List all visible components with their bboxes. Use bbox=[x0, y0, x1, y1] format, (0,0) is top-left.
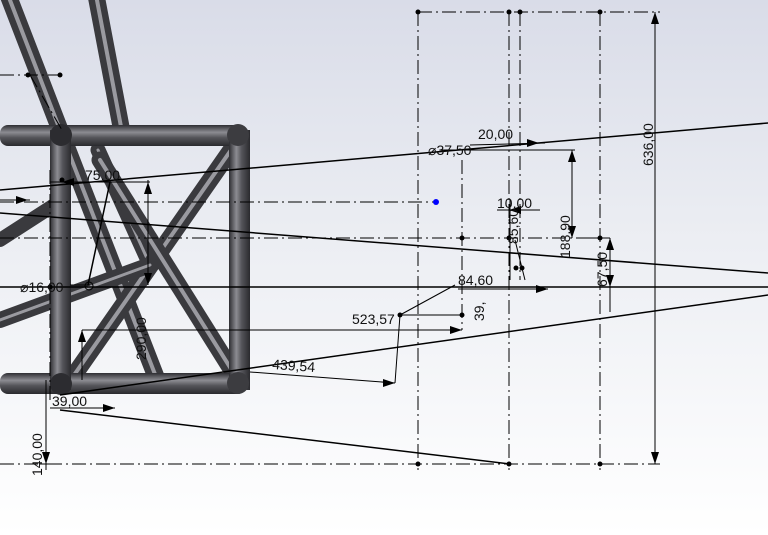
tube-frame-model[interactable] bbox=[0, 0, 250, 395]
sketch-point[interactable] bbox=[415, 9, 421, 15]
dimension-labels: ⌀37,50 20,00 75,00 10,00 188,90 636,00 8… bbox=[20, 123, 656, 476]
cad-sketch-viewport[interactable]: ⌀37,50 20,00 75,00 10,00 188,90 636,00 8… bbox=[0, 0, 768, 535]
dimension-line[interactable] bbox=[394, 314, 401, 384]
dimension-label[interactable]: 75,00 bbox=[85, 167, 120, 183]
sketch-point[interactable] bbox=[506, 461, 512, 467]
arrowhead bbox=[103, 404, 115, 412]
sketch-point[interactable] bbox=[459, 312, 465, 318]
sketch-point[interactable] bbox=[397, 312, 403, 318]
frame-tube-top[interactable] bbox=[0, 125, 246, 146]
sketch-line[interactable] bbox=[59, 409, 511, 465]
dimension-label[interactable]: 39, bbox=[471, 302, 487, 321]
dimension-label[interactable]: 439,54 bbox=[272, 356, 316, 375]
dimension-label[interactable]: 290,00 bbox=[133, 317, 149, 360]
sketch-point[interactable] bbox=[459, 235, 465, 241]
frame-tube bbox=[7, 0, 64, 137]
frame-joint bbox=[227, 372, 249, 394]
sketch-point[interactable] bbox=[519, 265, 525, 271]
sketch-canvas[interactable]: ⌀37,50 20,00 75,00 10,00 188,90 636,00 8… bbox=[0, 0, 768, 535]
dimension-label[interactable]: 20,00 bbox=[478, 126, 513, 142]
dimension-label-diameter[interactable]: ⌀37,50 bbox=[428, 142, 472, 158]
dimension-label[interactable]: 85,60 bbox=[505, 209, 521, 244]
sketch-point[interactable] bbox=[506, 9, 512, 15]
dimension-label[interactable]: 84,60 bbox=[458, 272, 493, 288]
arrowhead bbox=[651, 12, 659, 24]
sketch-point[interactable] bbox=[59, 177, 65, 183]
dimension-label[interactable]: 523,57 bbox=[352, 311, 395, 327]
dimension-label[interactable]: 188,90 bbox=[557, 215, 573, 258]
sketch-point[interactable] bbox=[517, 9, 523, 15]
dimension-label[interactable]: 10,00 bbox=[497, 195, 532, 211]
dimension-line[interactable] bbox=[249, 371, 396, 384]
sketch-point[interactable] bbox=[513, 265, 519, 271]
arrowhead bbox=[527, 139, 539, 147]
sketch-point[interactable] bbox=[25, 72, 31, 78]
dimension-label-diameter[interactable]: ⌀16,00 bbox=[20, 279, 64, 295]
frame-joint bbox=[50, 373, 72, 395]
arrowhead bbox=[651, 452, 659, 464]
frame-tube-bottom[interactable] bbox=[0, 373, 246, 394]
arrowhead bbox=[144, 182, 152, 194]
dimension-label[interactable]: 39,00 bbox=[52, 393, 87, 409]
arrowhead bbox=[16, 196, 28, 204]
sketch-point[interactable] bbox=[597, 235, 603, 241]
dimension-label[interactable]: 140,00 bbox=[29, 433, 45, 476]
sketch-point[interactable] bbox=[597, 9, 603, 15]
sketch-point[interactable] bbox=[597, 461, 603, 467]
sketch-point[interactable] bbox=[57, 72, 63, 78]
sketch-line[interactable] bbox=[59, 294, 768, 396]
dimension-label[interactable]: 636,00 bbox=[640, 123, 656, 166]
frame-joint bbox=[227, 124, 249, 146]
arrowhead bbox=[568, 150, 576, 162]
selected-point[interactable] bbox=[433, 199, 439, 205]
dimension-label[interactable]: 67,50 bbox=[594, 252, 610, 287]
arrowhead bbox=[606, 238, 614, 250]
sketch-point[interactable] bbox=[415, 461, 421, 467]
dimension-line[interactable] bbox=[399, 284, 456, 316]
arrowhead bbox=[383, 379, 395, 387]
arrowhead bbox=[78, 330, 86, 342]
arrowhead bbox=[450, 326, 462, 334]
arrowhead bbox=[536, 285, 548, 293]
frame-tube-left[interactable] bbox=[50, 130, 71, 390]
